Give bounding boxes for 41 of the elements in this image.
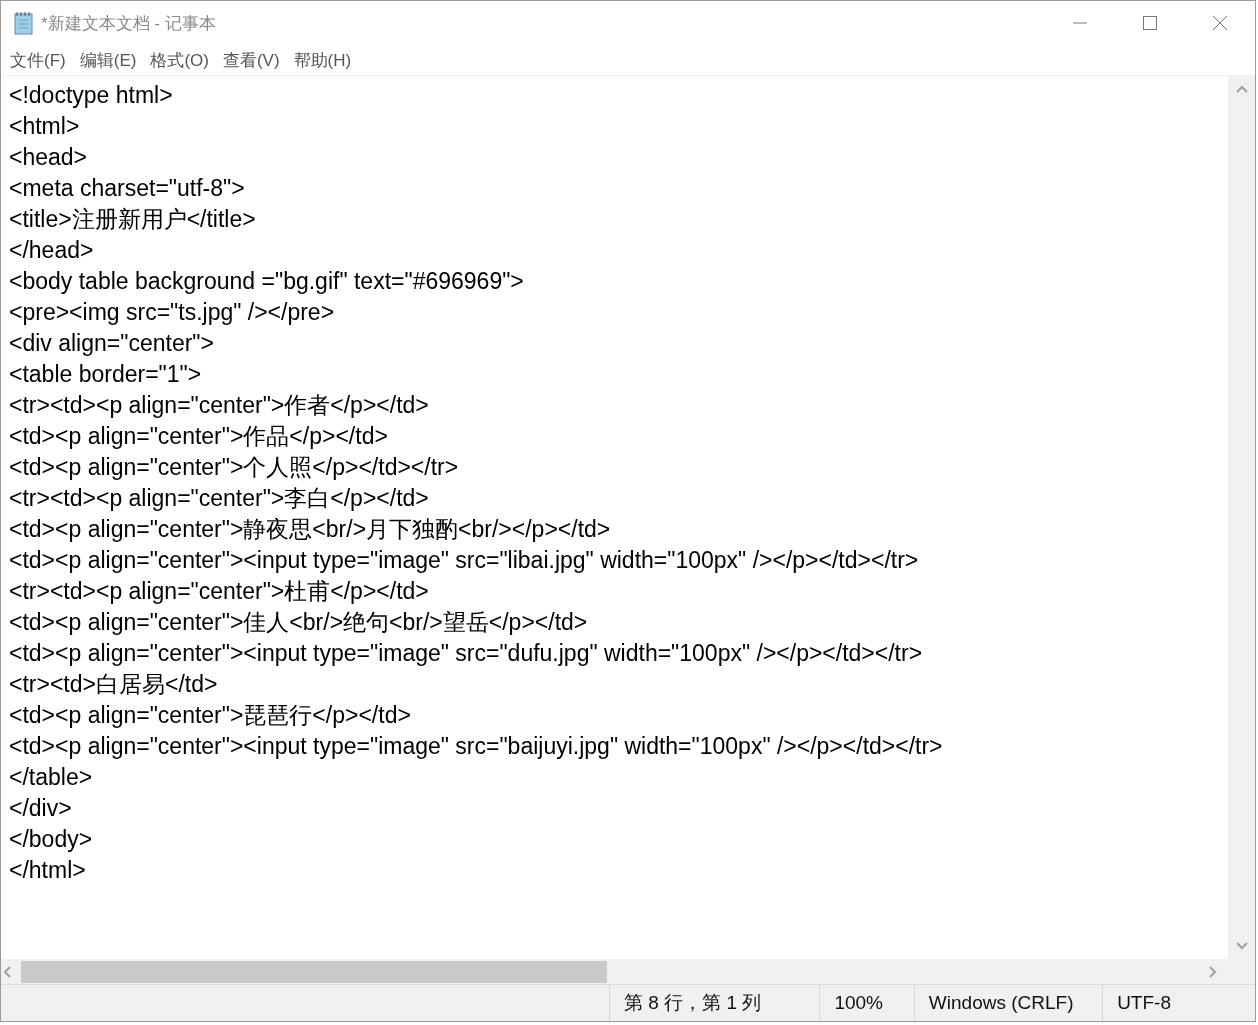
close-icon: [1212, 15, 1228, 31]
zoom-level: 100%: [819, 985, 914, 1021]
code-line: </html>: [9, 856, 86, 885]
scrollbar-thumb[interactable]: [21, 960, 607, 983]
encoding: UTF-8: [1102, 985, 1255, 1021]
line-ending: Windows (CRLF): [913, 985, 1103, 1021]
code-line: <pre><img src="ts.jpg" /></pre>: [9, 298, 335, 327]
code-line: <head>: [9, 143, 88, 172]
code-line: <td><p align="center">琵琶行</p></td>: [9, 701, 411, 730]
code-line: <meta charset="utf-8">: [9, 174, 245, 203]
notepad-icon: [13, 11, 35, 35]
code-line: <tr><td><p align="center">杜甫</p></td>: [9, 577, 429, 606]
code-line: <table border="1">: [9, 360, 202, 389]
code-line: <tr><td>白居易</td>: [9, 670, 218, 699]
window-title: *新建文本文档 - 记事本: [41, 12, 217, 35]
minimize-icon: [1073, 22, 1087, 24]
code-line: <tr><td><p align="center">李白</p></td>: [9, 484, 429, 513]
code-line: </div>: [9, 794, 72, 823]
code-line: <div align="center">: [9, 329, 214, 358]
code-line: <td><p align="center">佳人<br/>绝句<br/>望岳</p></td>: [9, 608, 588, 637]
code-line: <tr><td><p align="center">作者</p></td>: [9, 391, 429, 420]
code-line: </table>: [9, 763, 93, 792]
code-line: <body table background ="bg.gif" text="#696969">: [9, 267, 524, 296]
menu-item[interactable]: 查看(V): [215, 46, 287, 74]
menu-item[interactable]: 格式(O): [143, 46, 216, 74]
code-line: <!doctype html>: [9, 81, 173, 110]
code-line: <td><p align="center"><input type="image" src="libai.jpg" width="100px" /></p></td></tr>: [9, 546, 919, 575]
code-line: <td><p align="center"><input type="image" src="baijuyi.jpg" width="100px" /></p></td></tr>: [9, 732, 943, 761]
menu-item[interactable]: 编辑(E): [72, 46, 144, 74]
maximize-icon: [1142, 15, 1158, 31]
menu-item[interactable]: 文件(F): [3, 46, 73, 74]
cursor-position: 第 8 行，第 1 列: [609, 985, 820, 1021]
code-line: <td><p align="center">作品</p></td>: [9, 422, 388, 451]
code-line: <html>: [9, 112, 80, 141]
code-line: </head>: [9, 236, 94, 265]
code-line: </body>: [9, 825, 93, 854]
code-line: <title>注册新用户</title>: [9, 205, 256, 234]
code-line: <td><p align="center">静夜思<br/>月下独酌<br/></p></td>: [9, 515, 611, 544]
code-line: <td><p align="center"><input type="image" src="dufu.jpg" width="100px" /></p></td></tr>: [9, 639, 923, 668]
code-line: <td><p align="center">个人照</p></td></tr>: [9, 453, 459, 482]
menu-item[interactable]: 帮助(H): [286, 46, 359, 74]
